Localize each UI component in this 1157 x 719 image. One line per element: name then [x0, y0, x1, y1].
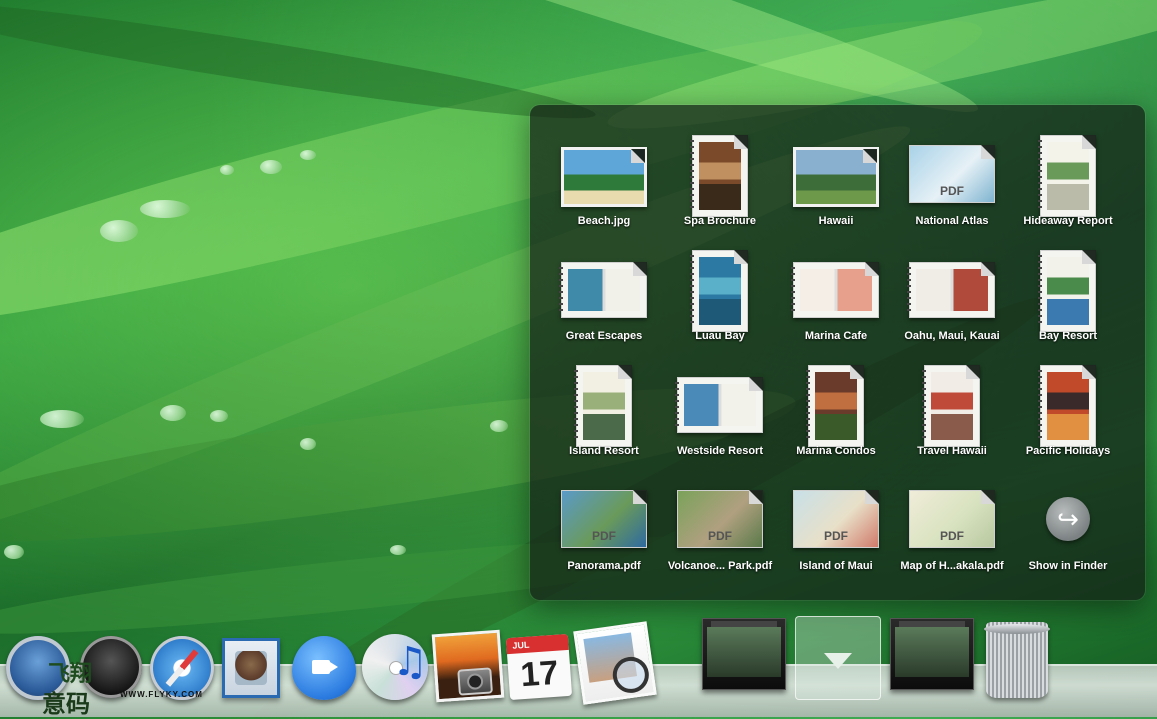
pdf-badge: PDF — [592, 529, 616, 543]
stack-item-label: Show in Finder — [1028, 560, 1108, 572]
stack-folder-icon — [702, 618, 786, 690]
stack-item[interactable]: Westside Resort — [662, 345, 778, 459]
ichat-icon — [292, 636, 356, 700]
ical-day: 17 — [519, 653, 560, 695]
dock-stack-folder-open[interactable] — [795, 616, 881, 700]
dock-stack-folder-1[interactable] — [702, 618, 786, 690]
document-thumbnail-icon — [907, 262, 995, 318]
document-thumbnail-icon: PDF — [561, 490, 647, 548]
document-thumbnail-icon — [675, 377, 763, 433]
dock-trash[interactable] — [984, 622, 1050, 698]
document-thumbnail-icon: PDF — [909, 490, 995, 548]
stack-folder-icon — [890, 618, 974, 690]
stack-item[interactable]: PDF Map of H...akala.pdf — [894, 460, 1010, 574]
document-thumbnail-icon — [806, 365, 864, 447]
pdf-badge: PDF — [708, 529, 732, 543]
document-thumbnail-icon — [922, 365, 980, 447]
pdf-badge: PDF — [940, 184, 964, 198]
document-thumbnail-icon: PDF — [677, 490, 763, 548]
dock-finder[interactable] — [6, 636, 70, 700]
stack-grid: Beach.jpg Spa Brochure Hawaii PDF National A… — [530, 105, 1145, 600]
dashboard-icon — [80, 636, 142, 698]
stack-item[interactable]: Hideaway Report — [1010, 115, 1126, 229]
show-in-finder-arrow-icon: ↪ — [1046, 497, 1090, 541]
stack-item-label: Bay Resort — [1038, 330, 1098, 342]
document-thumbnail-icon: PDF — [793, 490, 879, 548]
document-thumbnail-icon — [561, 147, 647, 207]
stack-item[interactable]: PDF Volcanoe... Park.pdf — [662, 460, 778, 574]
document-thumbnail-icon — [793, 147, 879, 207]
document-thumbnail-icon: PDF — [909, 145, 995, 203]
stack-open-arrow-icon — [795, 616, 881, 700]
document-thumbnail-icon — [1038, 365, 1096, 447]
document-thumbnail-icon — [791, 262, 879, 318]
stack-item[interactable]: Travel Hawaii — [894, 345, 1010, 459]
stack-item[interactable]: Pacific Holidays — [1010, 345, 1126, 459]
dock-ichat[interactable] — [292, 636, 356, 700]
stack-item[interactable]: Spa Brochure — [662, 115, 778, 229]
dock-itunes[interactable]: ♫ — [362, 634, 428, 700]
dock-dashboard[interactable] — [80, 636, 142, 698]
stack-item[interactable]: PDF Island of Maui — [778, 460, 894, 574]
stack-item[interactable]: Luau Bay — [662, 230, 778, 344]
document-thumbnail-icon — [559, 262, 647, 318]
finder-icon — [6, 636, 70, 700]
preview-icon — [573, 621, 657, 705]
stack-item[interactable]: Island Resort — [546, 345, 662, 459]
itunes-icon: ♫ — [362, 634, 428, 700]
ical-icon: JUL 17 — [505, 633, 573, 701]
stack-item[interactable]: Marina Cafe — [778, 230, 894, 344]
mail-icon — [222, 638, 280, 698]
stack-item[interactable]: Hawaii — [778, 115, 894, 229]
stack-item[interactable]: Oahu, Maui, Kauai — [894, 230, 1010, 344]
document-thumbnail-icon — [690, 135, 748, 217]
pdf-badge: PDF — [940, 529, 964, 543]
trash-icon — [984, 622, 1050, 698]
stack-item[interactable]: PDF Panorama.pdf — [546, 460, 662, 574]
stack-item[interactable]: Marina Condos — [778, 345, 894, 459]
dock-preview[interactable] — [573, 621, 657, 705]
document-thumbnail-icon — [690, 250, 748, 332]
stack-item[interactable]: Great Escapes — [546, 230, 662, 344]
iphoto-icon — [431, 629, 505, 703]
stack-item[interactable]: ↪ Show in Finder — [1010, 460, 1126, 574]
stack-item-label: Pacific Holidays — [1025, 445, 1111, 457]
safari-icon — [150, 636, 214, 700]
document-thumbnail-icon — [1038, 250, 1096, 332]
dock-stack-folder-2[interactable] — [890, 618, 974, 690]
stack-item[interactable]: PDF National Atlas — [894, 115, 1010, 229]
stack-item[interactable]: Bay Resort — [1010, 230, 1126, 344]
stack-grid-panel: Beach.jpg Spa Brochure Hawaii PDF National A… — [530, 105, 1145, 600]
dock-iphoto[interactable] — [431, 629, 505, 703]
pdf-badge: PDF — [824, 529, 848, 543]
document-thumbnail-icon — [1038, 135, 1096, 217]
dock-mail[interactable] — [222, 638, 280, 698]
dock-safari[interactable] — [150, 636, 214, 700]
document-thumbnail-icon — [574, 365, 632, 447]
stack-item[interactable]: Beach.jpg — [546, 115, 662, 229]
dock-ical[interactable]: JUL 17 — [505, 633, 573, 701]
stack-item-label: Hideaway Report — [1023, 215, 1113, 227]
